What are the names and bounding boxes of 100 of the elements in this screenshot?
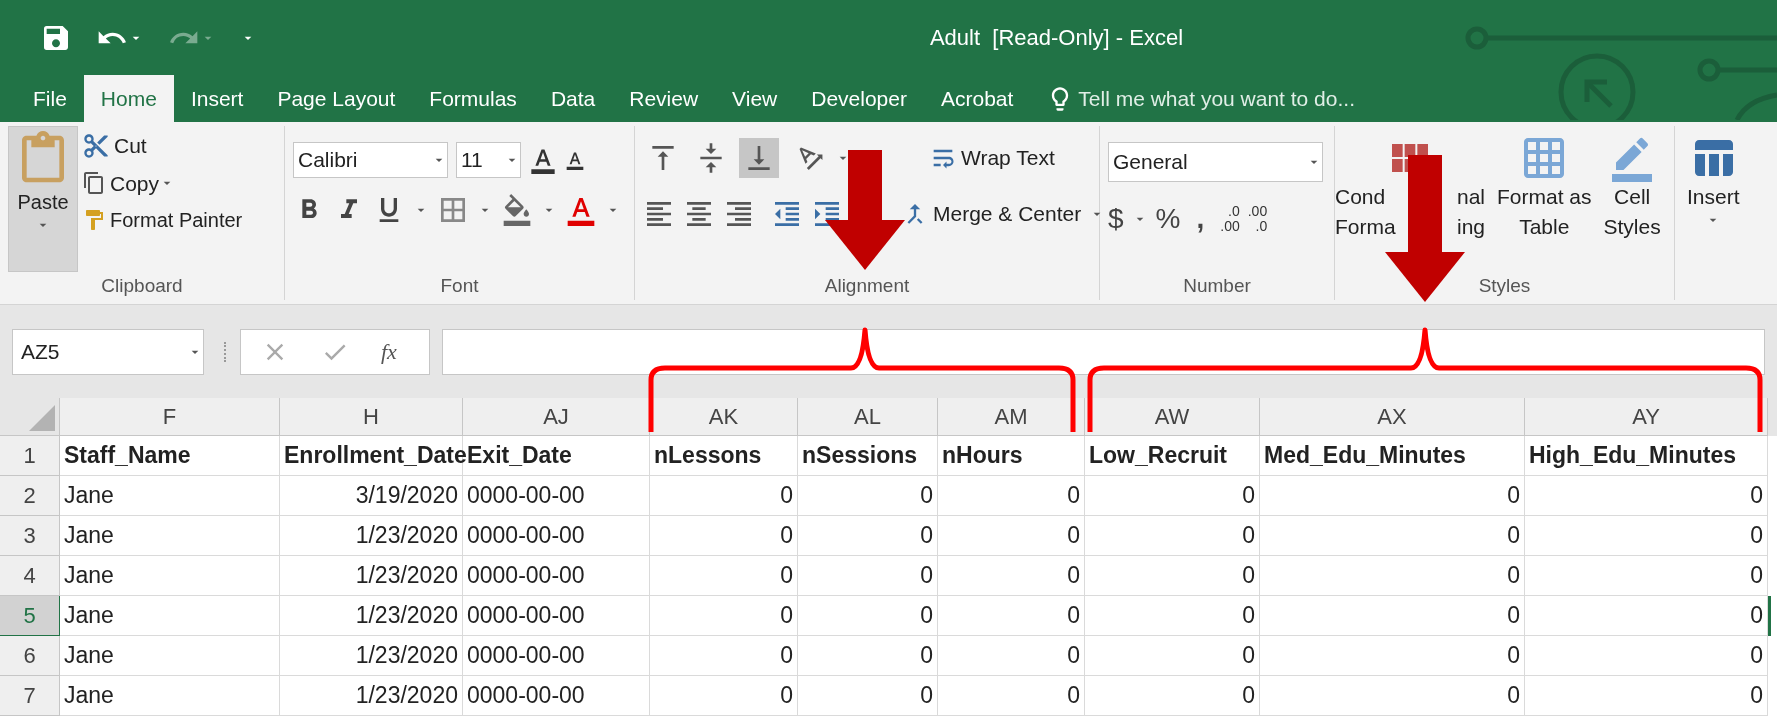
wrap-text-button[interactable]: Wrap Text <box>929 142 1055 174</box>
row-header[interactable]: 5 <box>0 596 60 636</box>
column-header[interactable]: AX <box>1260 398 1525 436</box>
currency-button[interactable]: $ <box>1108 198 1124 240</box>
number-format-dropdown[interactable]: General <box>1108 142 1323 182</box>
scissors-icon <box>82 131 110 160</box>
column-header[interactable]: AY <box>1525 398 1768 436</box>
font-name-dropdown[interactable]: Calibri <box>293 142 448 178</box>
column-title-cell: nLessons <box>650 436 798 476</box>
table-cell: 0 <box>1260 676 1525 716</box>
ribbon-tab[interactable]: Acrobat <box>923 75 1031 122</box>
table-cell: 0 <box>650 636 798 676</box>
table-cell: 0 <box>1085 596 1260 636</box>
column-header[interactable]: AK <box>650 398 798 436</box>
insert-function-button[interactable]: fx <box>381 335 397 368</box>
decrease-font-icon[interactable] <box>565 150 585 170</box>
ribbon-tab[interactable]: View <box>715 75 795 122</box>
column-title-cell: Low_Recruit <box>1085 436 1260 476</box>
table-cell: 0 <box>1085 476 1260 516</box>
table-cell: 0 <box>938 516 1085 556</box>
percent-button[interactable]: % <box>1155 198 1181 240</box>
format-as-table-button[interactable]: Format as Table <box>1497 134 1592 272</box>
copy-icon <box>82 171 106 196</box>
ribbon-tab[interactable]: Insert <box>173 75 261 122</box>
table-cell: 0 <box>798 596 938 636</box>
window-title: Adult [Read-Only] - Excel <box>929 24 1184 52</box>
cut-button[interactable]: Cut <box>82 130 243 162</box>
ribbon-tab[interactable]: File <box>16 75 84 122</box>
group-label: Number <box>1183 273 1251 298</box>
table-cell: 0 <box>650 516 798 556</box>
table-cell: 1/23/2020 <box>280 516 463 556</box>
ribbon-tab[interactable]: Data <box>533 75 613 122</box>
table-cell: 0 <box>650 556 798 596</box>
group-label: Styles <box>1478 273 1531 298</box>
insert-button[interactable]: Insert <box>1687 134 1740 228</box>
row-header[interactable]: 4 <box>0 556 60 596</box>
table-cell: 0 <box>1525 516 1768 556</box>
table-cell: 0 <box>1260 556 1525 596</box>
table-cell: 0 <box>798 556 938 596</box>
cell-styles-button[interactable]: Cell Styles <box>1603 134 1661 272</box>
column-header[interactable]: F <box>60 398 280 436</box>
row-header[interactable]: 2 <box>0 476 60 516</box>
tell-me-field[interactable]: Tell me what you want to do... <box>1038 75 1363 122</box>
table-cell: 0000-00-00 <box>463 516 650 556</box>
table-cell: 0 <box>1085 636 1260 676</box>
table-cell: 0 <box>798 516 938 556</box>
table-cell: 0 <box>1525 636 1768 676</box>
table-cell: 0000-00-00 <box>463 596 650 636</box>
table-cell: 0 <box>798 476 938 516</box>
table-cell: 0 <box>938 676 1085 716</box>
bottom-align-icon[interactable] <box>739 138 779 178</box>
table-cell: Jane <box>60 596 280 636</box>
column-header[interactable]: AW <box>1085 398 1260 436</box>
table-cell: 0 <box>650 676 798 716</box>
column-header[interactable]: H <box>280 398 463 436</box>
row-header[interactable]: 6 <box>0 636 60 676</box>
column-header[interactable]: AJ <box>463 398 650 436</box>
row-header[interactable]: 3 <box>0 516 60 556</box>
table-cell: 0 <box>650 596 798 636</box>
row-header[interactable]: 7 <box>0 676 60 716</box>
table-cell: 1/23/2020 <box>280 676 463 716</box>
table-cell: 0000-00-00 <box>463 636 650 676</box>
table-cell: Jane <box>60 636 280 676</box>
table-cell: 0000-00-00 <box>463 476 650 516</box>
column-title-cell: nHours <box>938 436 1085 476</box>
comma-button[interactable]: , <box>1188 198 1213 240</box>
font-size-dropdown[interactable]: 11 <box>456 142 521 178</box>
fill-color-icon[interactable] <box>501 194 533 226</box>
table-cell: 0 <box>938 636 1085 676</box>
table-cell: 1/23/2020 <box>280 556 463 596</box>
column-title-cell: Med_Edu_Minutes <box>1260 436 1525 476</box>
ribbon-tab[interactable]: Formulas <box>412 75 534 122</box>
name-box[interactable]: AZ5 <box>12 328 204 375</box>
table-cell: 0 <box>1525 556 1768 596</box>
drag-handle-icon <box>224 341 228 362</box>
decrease-decimal-button[interactable]: .00 .0 <box>1247 204 1268 234</box>
column-header[interactable]: AM <box>938 398 1085 436</box>
ribbon-tab[interactable]: Review <box>612 75 716 122</box>
table-cell: 0000-00-00 <box>463 556 650 596</box>
table-cell: 0 <box>1260 516 1525 556</box>
table-cell: 0 <box>1085 676 1260 716</box>
table-cell: 1/23/2020 <box>280 636 463 676</box>
column-header[interactable]: AL <box>798 398 938 436</box>
copy-button[interactable]: Copy <box>82 167 160 199</box>
table-cell: 0 <box>938 476 1085 516</box>
ribbon-tab[interactable]: Home <box>83 75 174 122</box>
row-header[interactable]: 1 <box>0 436 60 476</box>
conditional-formatting-button[interactable]: Cond nal Forma ing <box>1335 134 1485 272</box>
paste-button[interactable]: Paste <box>8 126 78 272</box>
column-title-cell: Staff_Name <box>60 436 280 476</box>
table-cell: 0 <box>1525 676 1768 716</box>
table-cell: 0 <box>1525 476 1768 516</box>
ribbon-tab[interactable]: Developer <box>794 75 924 122</box>
ribbon-tab[interactable]: Page Layout <box>260 75 413 122</box>
format-painter-button[interactable]: Format Painter <box>82 205 243 235</box>
table-cell: 0 <box>650 476 798 516</box>
table-cell: 0 <box>1085 556 1260 596</box>
group-label: Alignment <box>824 273 910 298</box>
increase-decimal-button[interactable]: .0 .00 <box>1220 204 1240 234</box>
active-cell-edge <box>1768 596 1771 636</box>
